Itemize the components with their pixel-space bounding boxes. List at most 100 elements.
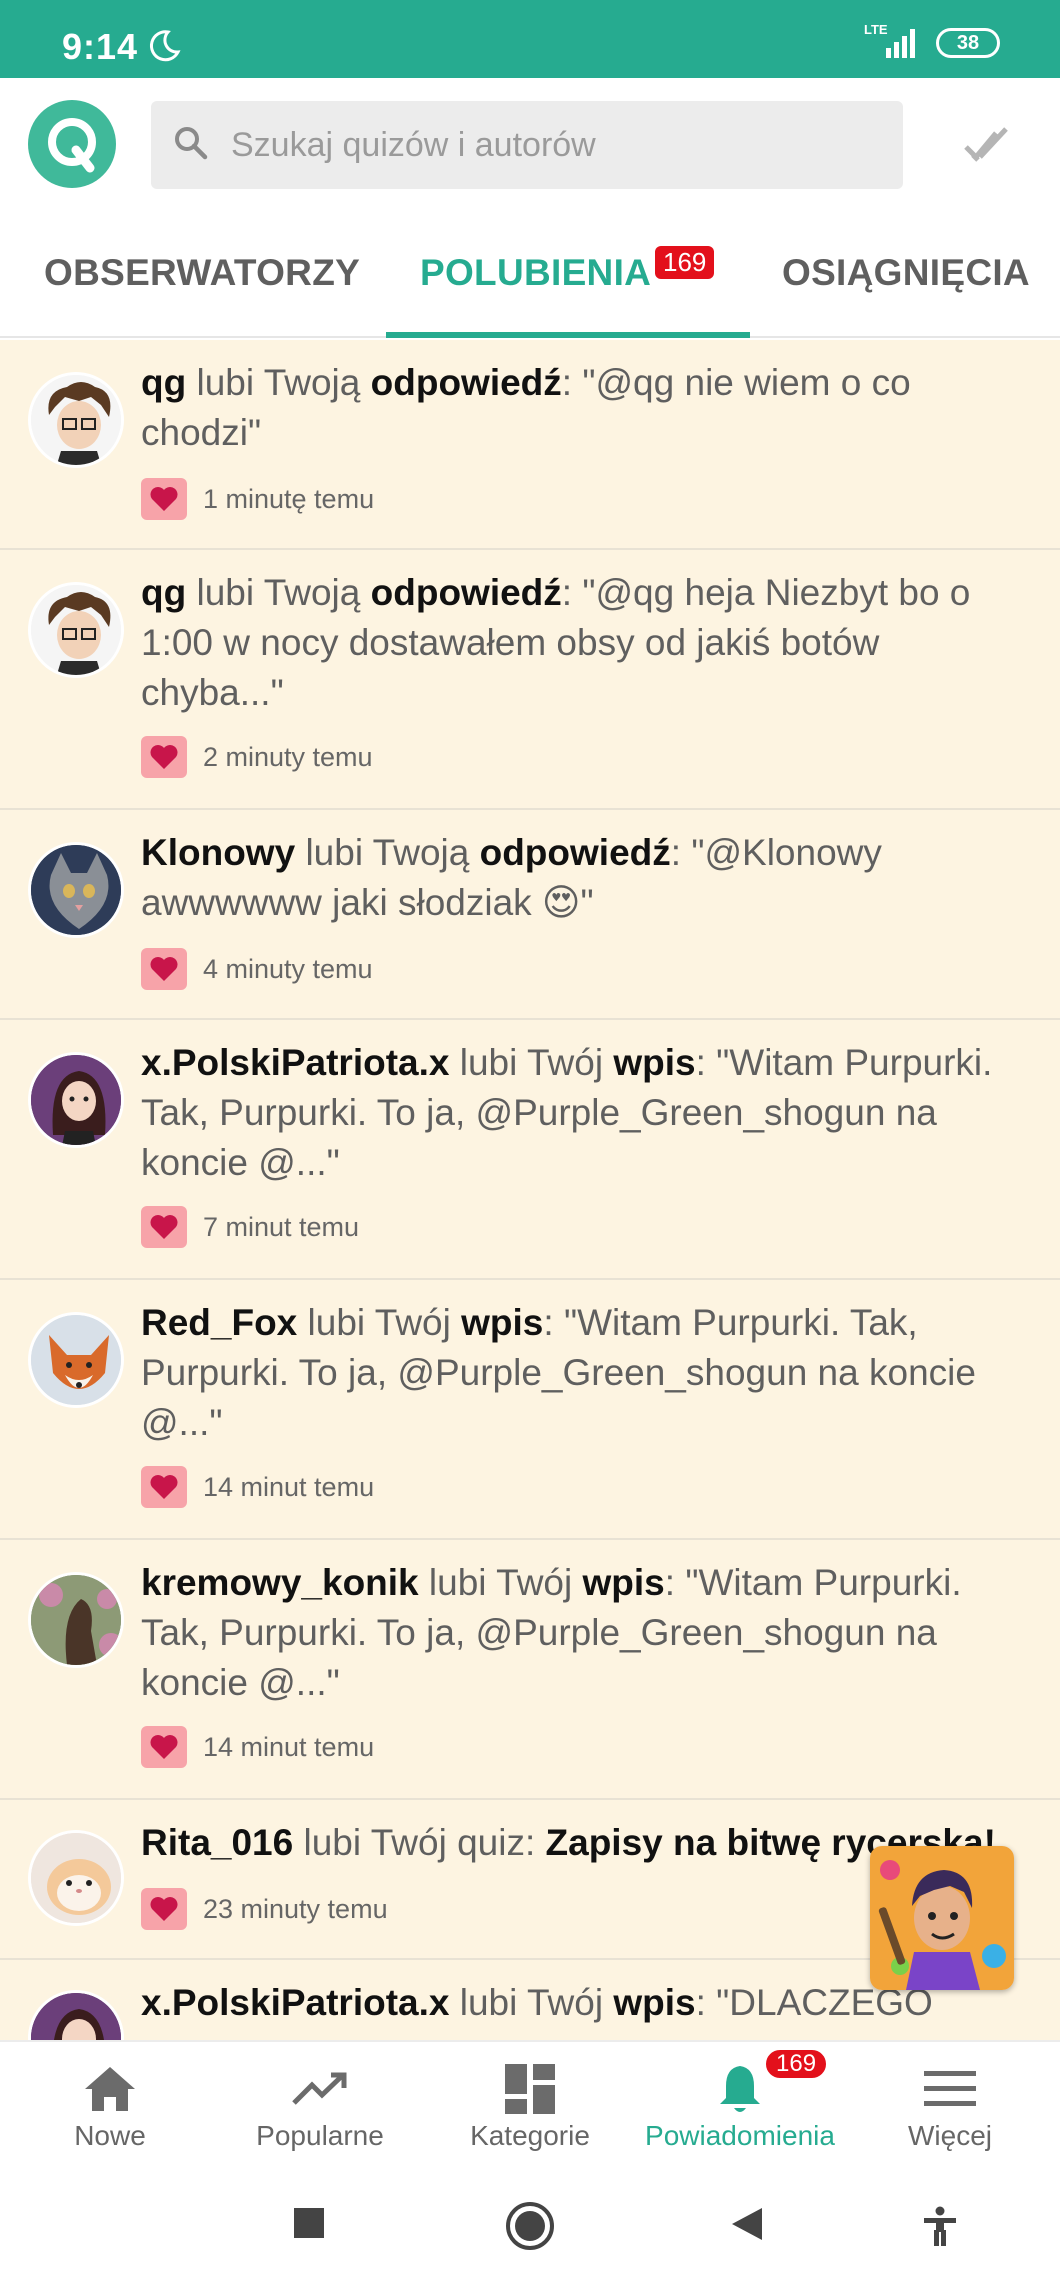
avatar[interactable] (28, 1312, 124, 1408)
action-text: lubi Twoją (305, 832, 470, 873)
heart-icon (141, 1888, 187, 1930)
notification-text: Klonowy lubi Twoją odpowiedź: "@Klonowy … (141, 832, 882, 923)
action-text: lubi Twoją (196, 362, 361, 403)
trending-icon (292, 2072, 347, 2105)
tab-achievements[interactable]: OSIĄGNIĘCIA (782, 252, 1030, 294)
time-row: 2 minuty temu (141, 736, 373, 778)
nav-label: Kategorie (470, 2120, 590, 2151)
status-indicators: LTE 38 (864, 22, 1000, 60)
avatar[interactable] (28, 1830, 124, 1926)
nav-more[interactable]: Więcej (844, 2042, 1056, 2170)
nav-label: Popularne (256, 2120, 384, 2151)
heart-icon (141, 1466, 187, 1508)
nav-new[interactable]: Nowe (4, 2042, 216, 2170)
avatar[interactable] (28, 1052, 124, 1148)
nav-categories[interactable]: Kategorie (424, 2042, 636, 2170)
circle-home-icon[interactable] (504, 2200, 556, 2252)
time-row: 7 minut temu (141, 1206, 359, 1248)
username[interactable]: Red_Fox (141, 1302, 297, 1343)
timestamp: 2 minuty temu (203, 741, 373, 772)
heart-icon (141, 1726, 187, 1768)
avatar[interactable] (28, 842, 124, 938)
status-bar: 9:14 LTE 38 (0, 0, 1060, 78)
notification-list[interactable]: qg lubi Twoją odpowiedź: "@qg nie wiem o… (0, 340, 1060, 2040)
nav-label: Więcej (907, 2120, 992, 2151)
notification-text: qg lubi Twoją odpowiedź: "@qg heja Niezb… (141, 572, 971, 713)
time-row: 1 minutę temu (141, 478, 374, 520)
list-item[interactable]: qg lubi Twoją odpowiedź: "@qg heja Niezb… (0, 550, 1060, 810)
username[interactable]: Rita_016 (141, 1822, 293, 1863)
list-item[interactable]: x.PolskiPatriota.x lubi Twój wpis: "Wita… (0, 1020, 1060, 1280)
active-tab-indicator (386, 332, 750, 338)
heart-icon (141, 1206, 187, 1248)
likes-count-badge: 169 (655, 246, 715, 279)
notification-text: kremowy_konik lubi Twój wpis: "Witam Pur… (141, 1562, 962, 1703)
action-text: lubi Twój (307, 1302, 451, 1343)
username[interactable]: x.PolskiPatriota.x (141, 1042, 449, 1083)
username[interactable]: x.PolskiPatriota.x (141, 1982, 449, 2023)
q-logo-icon[interactable] (28, 100, 116, 188)
time-row: 4 minuty temu (141, 948, 373, 990)
list-item[interactable]: Klonowy lubi Twoją odpowiedź: "@Klonowy … (0, 810, 1060, 1020)
notifications-badge: 169 (764, 2048, 829, 2080)
action-text: lubi Twoją (196, 572, 361, 613)
bottom-nav: Nowe Popularne Kategorie 169 Powiadomien… (0, 2040, 1060, 2168)
list-item[interactable]: kremowy_konik lubi Twój wpis: "Witam Pur… (0, 1540, 1060, 1800)
square-icon[interactable] (292, 2206, 326, 2240)
username[interactable]: kremowy_konik (141, 1562, 419, 1603)
battery-icon: 38 (936, 28, 1000, 58)
search-input[interactable] (231, 101, 891, 189)
avatar[interactable] (28, 582, 124, 678)
avatar[interactable] (28, 1572, 124, 1668)
home-icon (85, 2067, 135, 2111)
back-triangle-icon[interactable] (730, 2206, 764, 2242)
bell-icon (720, 2066, 760, 2112)
double-check-icon[interactable] (963, 123, 1015, 167)
heart-icon (141, 948, 187, 990)
timestamp: 14 minut temu (203, 1471, 375, 1502)
accessibility-icon[interactable] (922, 2206, 958, 2246)
nav-label: Nowe (74, 2120, 146, 2151)
nav-popular[interactable]: Popularne (214, 2042, 426, 2170)
tab-followers[interactable]: OBSERWATORZY (44, 252, 360, 294)
heart-icon (141, 478, 187, 520)
battery-level: 38 (956, 31, 980, 54)
username[interactable]: qg (141, 362, 186, 403)
time-row: 23 minuty temu (141, 1888, 388, 1930)
search-bar[interactable] (151, 101, 903, 189)
notification-text: qg lubi Twoją odpowiedź: "@qg nie wiem o… (141, 362, 911, 453)
action-text: lubi Twój (428, 1562, 573, 1603)
object-type: odpowiedź (370, 572, 562, 613)
object-type: odpowiedź (370, 362, 562, 403)
tab-likes[interactable]: POLUBIENIA (420, 252, 651, 294)
list-item[interactable]: qg lubi Twoją odpowiedź: "@qg nie wiem o… (0, 340, 1060, 550)
notification-text: Red_Fox lubi Twój wpis: "Witam Purpurki.… (141, 1302, 976, 1443)
list-item[interactable]: Red_Fox lubi Twój wpis: "Witam Purpurki.… (0, 1280, 1060, 1540)
notification-text: x.PolskiPatriota.x lubi Twój wpis: "Wita… (141, 1042, 993, 1183)
timestamp: 4 minuty temu (203, 953, 373, 984)
menu-icon (924, 2071, 976, 2106)
object-type: wpis (613, 1042, 696, 1083)
action-text: lubi Twój quiz: (303, 1822, 536, 1863)
dashboard-icon (505, 2064, 555, 2114)
game-ad-icon[interactable] (870, 1846, 1014, 1990)
avatar[interactable] (28, 1990, 124, 2040)
tab-bar: OBSERWATORZY POLUBIENIA 169 OSIĄGNIĘCIA (0, 214, 1060, 338)
app-header (0, 78, 1060, 214)
username[interactable]: qg (141, 572, 186, 613)
heart-icon (141, 736, 187, 778)
avatar[interactable] (28, 372, 124, 468)
timestamp: 23 minuty temu (203, 1893, 388, 1924)
object-type: odpowiedź (479, 832, 671, 873)
search-icon (175, 127, 208, 160)
nav-notifications[interactable]: 169 Powiadomienia (634, 2042, 846, 2170)
username[interactable]: Klonowy (141, 832, 295, 873)
signal-icon: LTE (864, 22, 922, 60)
nav-label: Powiadomienia (645, 2120, 835, 2151)
moon-icon (149, 30, 181, 62)
time-row: 14 minut temu (141, 1726, 374, 1768)
system-nav-bar (0, 2168, 1060, 2296)
timestamp: 7 minut temu (203, 1211, 360, 1242)
action-text: lubi Twój (459, 1042, 604, 1083)
status-time: 9:14 (62, 26, 139, 67)
